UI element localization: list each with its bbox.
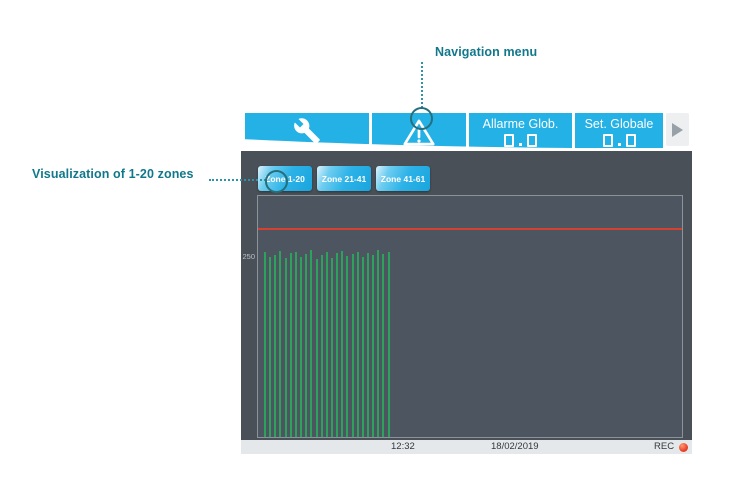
zones-bar-chart: [257, 195, 683, 438]
y-axis-tick-250: 250: [242, 252, 255, 261]
rec-label: REC: [654, 440, 674, 454]
annotation-navigation-menu: Navigation menu: [435, 45, 537, 59]
seg-display-setpoint: [603, 132, 636, 147]
navigation-bar: Allarme Glob. Set. Globale: [241, 113, 692, 150]
annotation-circle-zones: [265, 170, 288, 193]
tab-zone-21-41[interactable]: Zone 21-41: [317, 166, 371, 191]
annotation-dotted-line-horizontal: [209, 179, 266, 181]
global-alarm-label: Allarme Glob.: [483, 117, 559, 131]
tab-zone-41-61[interactable]: Zone 41-61: [376, 166, 430, 191]
global-setpoint-button[interactable]: Set. Globale: [575, 113, 663, 148]
status-date: 18/02/2019: [491, 440, 539, 454]
settings-button[interactable]: [245, 113, 369, 148]
annotation-zones-label: Visualization of 1-20 zones: [32, 167, 194, 181]
documentation-page: Navigation menu Visualization of 1-20 zo…: [0, 0, 750, 498]
play-icon: [672, 123, 683, 137]
bar-series: [258, 196, 682, 437]
status-time: 12:32: [391, 440, 415, 454]
global-alarm-button[interactable]: Allarme Glob.: [469, 113, 572, 148]
annotation-circle-navigation: [410, 107, 433, 130]
global-setpoint-label: Set. Globale: [585, 117, 654, 131]
seg-display-alarm: [504, 132, 537, 147]
next-page-button[interactable]: [666, 113, 689, 146]
status-bar: 12:32 18/02/2019 REC: [241, 440, 692, 454]
annotation-dotted-line-vertical: [421, 62, 423, 108]
hmi-panel: Allarme Glob. Set. Globale Zone 1-20 Zon…: [241, 113, 692, 454]
screen-area: Zone 1-20 Zone 21-41 Zone 41-61 250: [241, 150, 692, 440]
status-rec: REC: [654, 440, 688, 454]
wrench-icon: [293, 117, 321, 145]
rec-indicator-icon: [679, 443, 688, 452]
